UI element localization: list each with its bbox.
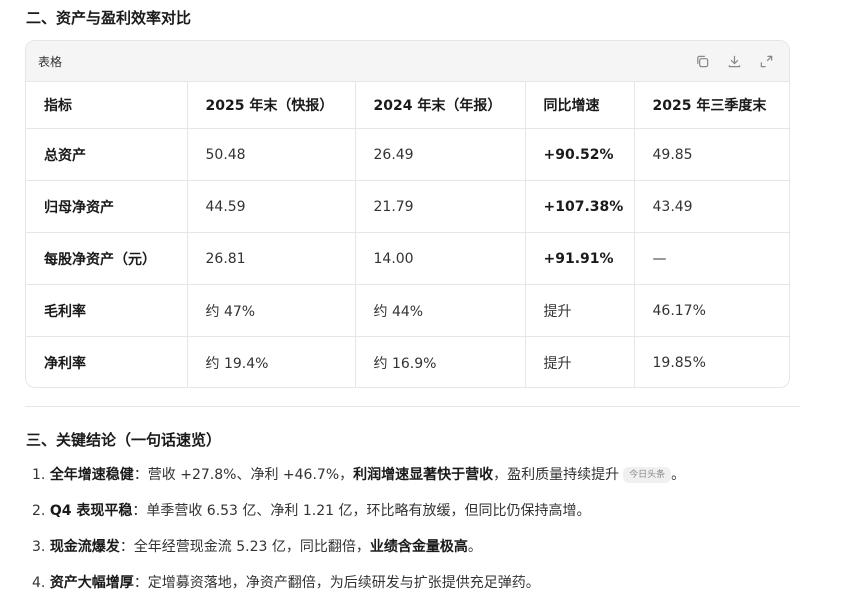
value-cell: 19.85% [652, 354, 706, 371]
item-bold-lead: Q4 表现平稳 [49, 503, 133, 519]
section-heading-conclusions: 三、关键结论（一句话速览） [26, 431, 222, 449]
item-bold-lead: 资产大幅增厚 [49, 575, 134, 591]
value-cell: 26.49 [355, 128, 526, 181]
item-text: ：全年经营现金流 5.23 亿，同比翻倍， [119, 539, 370, 555]
copy-icon[interactable] [693, 52, 711, 70]
page: 二、资产与盈利效率对比 表格 指标 2025 年末（快报） 2024 年末（年报… [0, 0, 855, 605]
table-header-row: 指标 2025 年末（快报） 2024 年末（年报） 同比增速 2025 年三季… [26, 82, 789, 129]
table-header-bar: 表格 [26, 41, 789, 82]
value-cell: 14.00 [355, 232, 526, 285]
item-text: ，盈利质量持续提升 [493, 467, 620, 483]
item-text: ：定增募资落地，净资产翻倍，为后续研发与扩张提供充足弹药。 [133, 575, 540, 591]
conclusion-list: 1. 全年增速稳健：营收 +27.8%、净利 +46.7%，利润增速显著快于营收… [32, 462, 685, 605]
list-number: 4. [32, 575, 46, 591]
item-text: 。 [671, 467, 686, 483]
item-bold-lead: 全年增速稳健 [49, 467, 134, 483]
column-header: 指标 [26, 82, 188, 129]
yoy-cell: 提升 [525, 284, 635, 337]
value-cell: 约 44% [355, 284, 526, 337]
metric-cell: 净利率 [26, 336, 188, 387]
table-row: 每股净资产（元） 26.81 14.00 +91.91% — [26, 232, 789, 285]
section-heading-asset-profit: 二、资产与盈利效率对比 [26, 9, 192, 27]
value-cell: 43.49 [634, 180, 789, 233]
value-cell: 26.81 [187, 232, 356, 285]
metric-cell: 归母净资产 [26, 180, 188, 233]
metric-cell: 每股净资产（元） [26, 232, 188, 285]
list-item: 4. 资产大幅增厚：定增募资落地，净资产翻倍，为后续研发与扩张提供充足弹药。 [32, 570, 685, 605]
value-cell: 约 16.9% [355, 336, 526, 387]
table-actions [693, 52, 775, 70]
expand-icon[interactable] [757, 52, 775, 70]
item-bold-emphasis: 利润增速显著快于营收 [353, 467, 494, 483]
value-cell: 49.85 [634, 128, 789, 181]
item-text: 。 [467, 539, 482, 555]
section-divider [25, 406, 800, 407]
item-bold-lead: 现金流爆发 [49, 539, 120, 555]
table-row: 毛利率 约 47% 约 44% 提升 46.17% [26, 284, 789, 337]
value-cell: 约 19.4% [187, 336, 356, 387]
table-row: 归母净资产 44.59 21.79 +107.38% 43.49 [26, 180, 789, 233]
table-row: 总资产 50.48 26.49 +90.52% 49.85 [26, 128, 789, 181]
item-bold-emphasis: 业绩含金量极高 [369, 539, 468, 555]
value-cell: 50.48 [187, 128, 356, 181]
metric-cell: 毛利率 [26, 284, 188, 337]
yoy-cell: +107.38% [525, 180, 635, 233]
item-text: ：营收 +27.8%、净利 +46.7%， [133, 467, 354, 483]
column-header: 2024 年末（年报） [355, 82, 526, 129]
yoy-cell: +91.91% [525, 232, 635, 285]
value-cell: 46.17% [634, 284, 789, 337]
download-icon[interactable] [725, 52, 743, 70]
metric-cell: 总资产 [26, 128, 188, 181]
table-card: 表格 指标 2025 年末（快报） 2024 年末（年报） 同比增速 2025 … [25, 40, 790, 388]
table-label: 表格 [38, 55, 63, 69]
list-item: 1. 全年增速稳健：营收 +27.8%、净利 +46.7%，利润增速显著快于营收… [32, 462, 685, 498]
list-item: 2. Q4 表现平稳：单季营收 6.53 亿、净利 1.21 亿，环比略有放缓，… [32, 498, 685, 534]
value-cell: 44.59 [187, 180, 356, 233]
list-number: 3. [32, 539, 46, 555]
value-cell: 约 47% [187, 284, 356, 337]
value-cell: 21.79 [355, 180, 526, 233]
yoy-cell: +90.52% [525, 128, 635, 181]
column-header: 2025 年三季度末 [634, 82, 789, 129]
source-chip[interactable]: 今日头条 [623, 467, 672, 483]
item-text: ：单季营收 6.53 亿、净利 1.21 亿，环比略有放缓，但同比仍保持高增。 [132, 503, 591, 519]
yoy-cell: 提升 [525, 336, 635, 387]
list-item: 3. 现金流爆发：全年经营现金流 5.23 亿，同比翻倍，业绩含金量极高。 [32, 534, 685, 570]
list-number: 2. [32, 503, 46, 519]
value-cell: — [634, 232, 789, 285]
column-header: 2025 年末（快报） [187, 82, 356, 129]
table-row: 净利率 约 19.4% 约 16.9% 提升 19.85% [26, 336, 789, 387]
data-table: 指标 2025 年末（快报） 2024 年末（年报） 同比增速 2025 年三季… [26, 82, 789, 387]
list-number: 1. [32, 467, 46, 483]
column-header: 同比增速 [525, 82, 635, 129]
